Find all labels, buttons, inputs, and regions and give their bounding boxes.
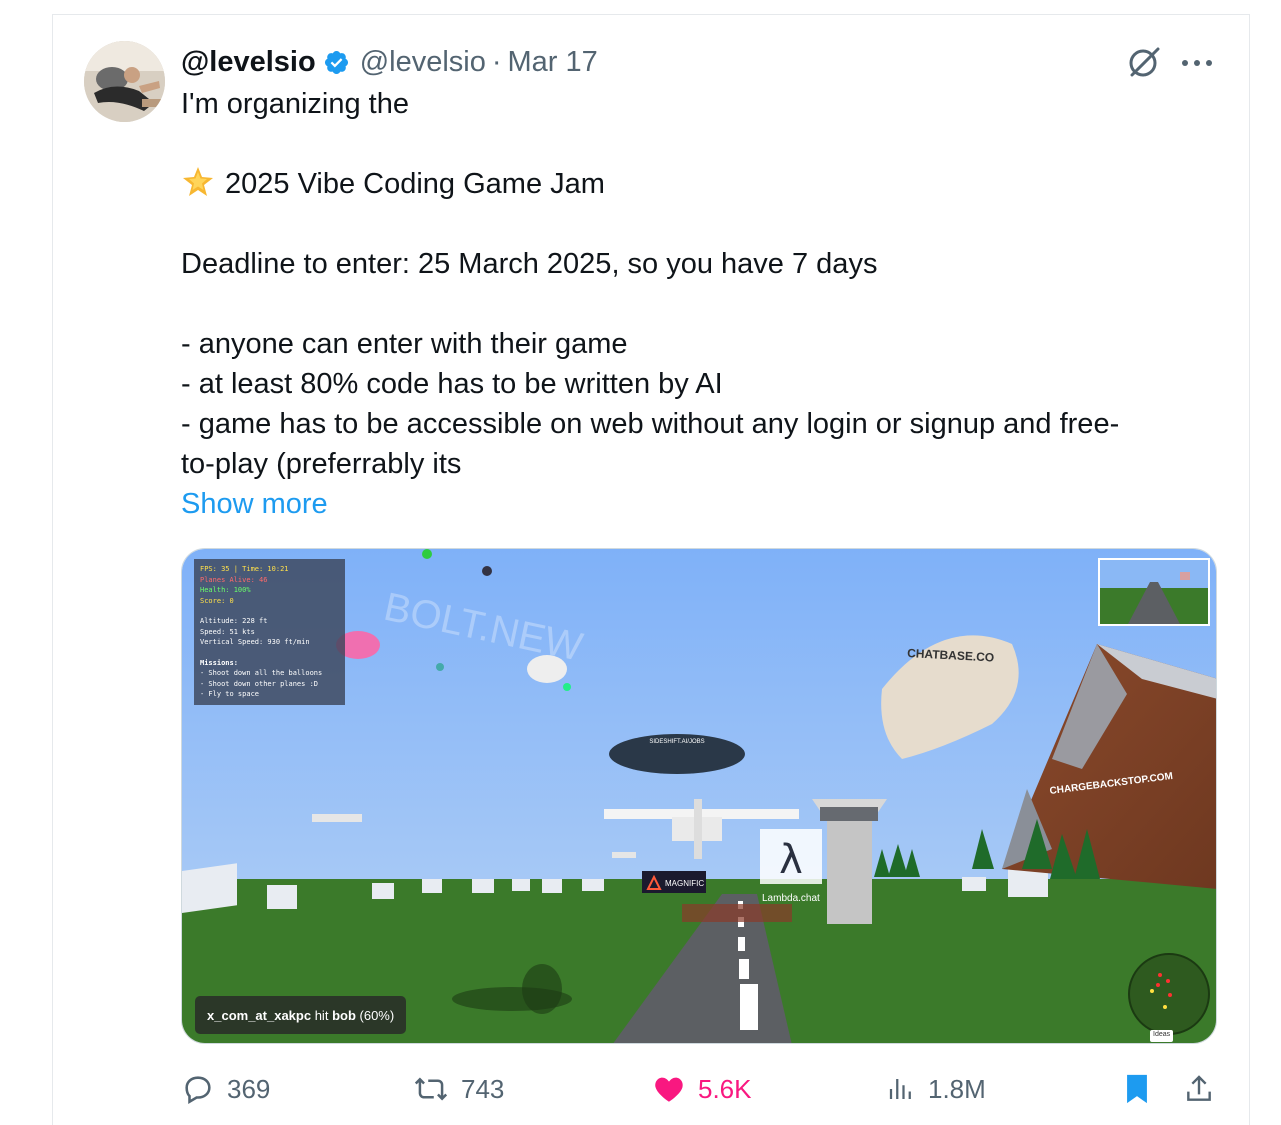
hud-fps: FPS: 35 | Time: 10:21 — [200, 565, 289, 573]
repost-count: 743 — [461, 1073, 505, 1104]
share-button[interactable] — [1183, 1067, 1227, 1111]
author-handle[interactable]: @levelsio — [360, 46, 486, 79]
show-more-link[interactable]: Show more — [181, 484, 1191, 524]
tweet-bullet: - anyone can enter with their game — [181, 328, 628, 360]
tweet-text: I'm organizing the 2025 Vibe Coding Game… — [181, 84, 1191, 524]
hud-missions-title: Missions: — [200, 658, 238, 667]
more-options-icon[interactable] — [1180, 58, 1214, 68]
repost-icon — [414, 1077, 448, 1101]
heart-icon — [655, 1077, 683, 1102]
reply-icon — [185, 1076, 211, 1105]
bookmark-button[interactable] — [1122, 1067, 1164, 1111]
reply-count: 369 — [227, 1073, 271, 1104]
toast-target: bob — [332, 1007, 356, 1023]
tweet-bullet: - at least 80% code has to be written by… — [181, 368, 723, 400]
game-hud: FPS: 35 | Time: 10:21 Planes Alive: 46 H… — [194, 559, 345, 705]
bookmark-icon — [1127, 1074, 1147, 1104]
glowing-star-icon — [183, 167, 213, 196]
toast-user: x_com_at_xakpc — [207, 1007, 312, 1023]
hud-health: Health: 100% — [200, 586, 251, 594]
share-icon — [1187, 1075, 1211, 1101]
hud-mission: - Shoot down all the balloons — [200, 669, 323, 677]
like-button[interactable]: 5.6K — [652, 1067, 752, 1111]
hud-mission: - Shoot down other planes :D — [200, 679, 319, 688]
tweet-header: @levelsio @levelsio · Mar 17 — [181, 44, 598, 80]
reply-button[interactable]: 369 — [181, 1067, 270, 1111]
views-button[interactable]: 1.8M — [886, 1067, 986, 1111]
tweet-bullet: - game has to be accessible on web witho… — [181, 408, 1120, 440]
lambda-billboard: Lambda.chat — [762, 893, 820, 904]
grok-icon[interactable] — [1127, 45, 1161, 79]
like-count: 5.6K — [698, 1073, 752, 1104]
action-bar: 369 743 5.6K 1.8M — [0, 1067, 1281, 1111]
toast-pct: (60%) — [359, 1007, 395, 1023]
views-count: 1.8M — [928, 1073, 986, 1104]
tweet-media-video[interactable]: λ Lambda.chat MAGNIFIC SIDESHIFT.AI/JOBS… — [181, 548, 1217, 1044]
tweet-date[interactable]: Mar 17 — [508, 46, 598, 79]
verified-badge-icon — [324, 50, 348, 74]
hit-notification: x_com_at_xakpc hit bob (60%) — [195, 996, 407, 1034]
hud-speed: Speed: 51 kts — [200, 627, 255, 636]
ideas-badge[interactable]: Ideas — [1150, 1030, 1174, 1042]
radar-icon — [1128, 953, 1210, 1035]
tweet-line: I'm organizing the — [181, 88, 409, 120]
hud-mission: - Fly to space — [200, 690, 260, 698]
avatar[interactable] — [84, 41, 165, 122]
hud-vertical-speed: Vertical Speed: 930 ft/min — [200, 638, 310, 646]
magnific-billboard: MAGNIFIC — [665, 879, 704, 888]
game-jam-title: 2025 Vibe Coding Game Jam — [225, 168, 605, 200]
author-name[interactable]: @levelsio — [181, 46, 316, 79]
sideshift-billboard: SIDESHIFT.AI/JOBS — [649, 739, 704, 745]
separator: · — [491, 45, 502, 78]
svg-text:λ: λ — [779, 837, 803, 883]
tweet-line: 2025 Vibe Coding Game Jam — [181, 164, 1191, 204]
toast-hit: hit — [314, 1007, 329, 1023]
minimap — [1098, 558, 1210, 626]
hud-score: Score: 0 — [200, 596, 234, 605]
repost-button[interactable]: 743 — [413, 1067, 504, 1111]
tweet-bullet: to-play (preferrably its — [181, 448, 462, 480]
tweet-line: Deadline to enter: 25 March 2025, so you… — [181, 248, 878, 280]
views-icon — [889, 1079, 911, 1099]
hud-planes: Planes Alive: 46 — [200, 575, 268, 584]
hud-altitude: Altitude: 228 ft — [200, 617, 268, 625]
